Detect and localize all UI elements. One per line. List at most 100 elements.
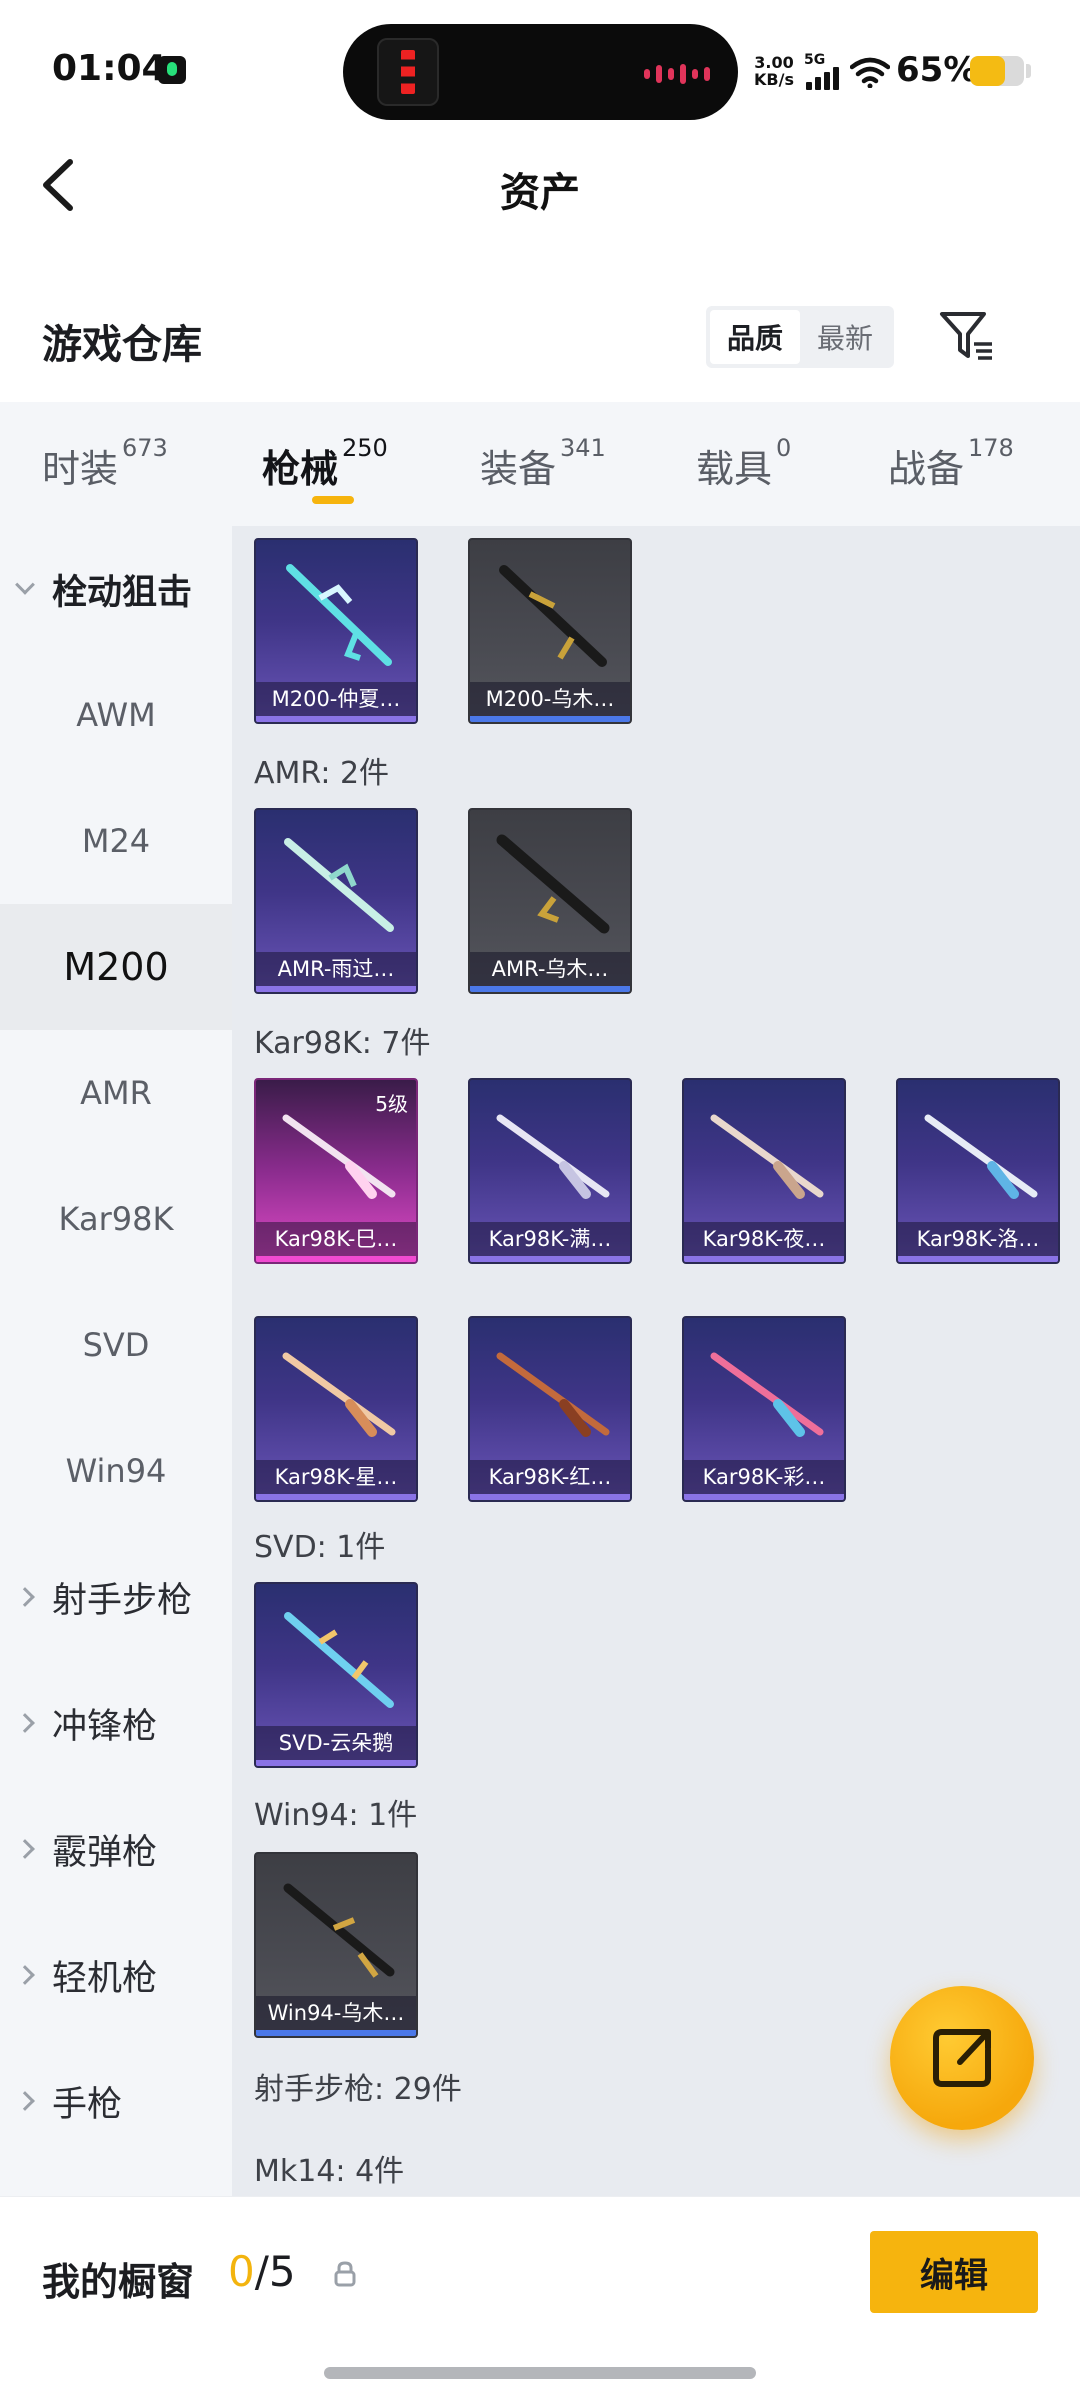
sidebar-item-kar98k[interactable]: Kar98K: [0, 1156, 232, 1282]
showcase-label: 我的橱窗: [42, 2260, 195, 2304]
item-name: AMR-乌木…: [470, 952, 630, 986]
item-card[interactable]: 5级 Kar98K-巳…: [254, 1078, 418, 1264]
chevron-down-icon: [15, 574, 35, 595]
rarity-bar: [256, 1760, 416, 1766]
bottom-bar: 我的橱窗 0/5 编辑: [0, 2196, 1080, 2400]
rifle-icon: [284, 1612, 394, 1708]
rifle-icon: [282, 1352, 396, 1437]
page-title: 资产: [500, 170, 580, 216]
battery-icon: [970, 56, 1024, 86]
item-card[interactable]: Kar98K-洛…: [896, 1078, 1060, 1264]
rarity-bar: [256, 2030, 416, 2036]
item-name: Kar98K-彩…: [684, 1460, 844, 1494]
rarity-bar: [470, 1494, 630, 1500]
item-name: Kar98K-红…: [470, 1460, 630, 1494]
chevron-right-icon: [15, 1713, 35, 1733]
rifle-icon: [710, 1114, 824, 1199]
item-card[interactable]: Kar98K-星…: [254, 1316, 418, 1502]
share-fab-button[interactable]: [890, 1986, 1034, 2130]
tab-battle-gear[interactable]: 战备 178: [888, 434, 1014, 493]
item-name: SVD-云朵鹅: [256, 1726, 416, 1760]
sidebar-item-m24[interactable]: M24: [0, 778, 232, 904]
chevron-right-icon: [15, 1839, 35, 1859]
rarity-bar: [470, 1256, 630, 1262]
rarity-bar: [256, 1494, 416, 1500]
rifle-icon: [496, 1352, 610, 1437]
sidebar-group-lmg[interactable]: 轻机枪: [0, 1912, 232, 2038]
item-name: Kar98K-巳…: [256, 1222, 416, 1256]
rarity-bar: [470, 716, 630, 722]
rarity-bar: [898, 1256, 1058, 1262]
item-name: Kar98K-夜…: [684, 1222, 844, 1256]
album-thumbnail: [377, 38, 439, 106]
sidebar-group-dmr[interactable]: 射手步枪: [0, 1534, 232, 1660]
item-card[interactable]: M200-仲夏…: [254, 538, 418, 724]
group-label-amr: AMR: 2件: [254, 756, 390, 791]
item-grid: M200-仲夏… M200-乌木… AMR: 2件 AMR-雨过… AMR-乌木…: [232, 526, 1080, 2196]
rifle-icon: [710, 1352, 824, 1437]
chevron-right-icon: [15, 1587, 35, 1607]
group-label-mk14: Mk14: 4件: [254, 2154, 405, 2189]
network-speed: 3.00 KB/s: [754, 53, 794, 89]
wifi-icon: [850, 57, 890, 88]
sort-toggle: 品质 最新: [706, 306, 894, 368]
item-card[interactable]: AMR-雨过…: [254, 808, 418, 994]
rarity-bar: [256, 986, 416, 992]
group-label-dmr: 射手步枪: 29件: [254, 2072, 462, 2107]
sidebar-item-svd[interactable]: SVD: [0, 1282, 232, 1408]
tab-firearms[interactable]: 枪械 250: [262, 434, 388, 493]
sidebar-group-smg[interactable]: 冲锋枪: [0, 1660, 232, 1786]
sidebar-item-m200[interactable]: M200: [0, 904, 232, 1030]
rifle-icon: [496, 1114, 610, 1199]
sidebar-group-bolt-action[interactable]: 栓动狙击: [0, 526, 232, 652]
tab-fashion[interactable]: 时装 673: [42, 434, 168, 493]
rifle-icon: [283, 1883, 395, 1978]
showcase-count: 0/5: [228, 2247, 296, 2296]
dynamic-island[interactable]: [343, 24, 738, 120]
group-label-win94: Win94: 1件: [254, 1798, 418, 1833]
home-indicator[interactable]: [324, 2367, 756, 2379]
tab-vehicles[interactable]: 载具 0: [696, 434, 791, 493]
rarity-bar: [684, 1494, 844, 1500]
item-card[interactable]: Kar98K-彩…: [682, 1316, 846, 1502]
sort-by-quality[interactable]: 品质: [710, 310, 800, 364]
item-card[interactable]: SVD-云朵鹅: [254, 1582, 418, 1768]
chevron-right-icon: [15, 2091, 35, 2111]
battery-percent: 65%: [896, 50, 978, 90]
sniper-rifle-icon: [499, 565, 607, 667]
item-card[interactable]: Win94-乌木…: [254, 1852, 418, 2038]
sidebar-item-amr[interactable]: AMR: [0, 1030, 232, 1156]
rifle-icon: [282, 1114, 396, 1199]
item-name: M200-乌木…: [470, 682, 630, 716]
chevron-right-icon: [15, 1965, 35, 1985]
rarity-bar: [256, 716, 416, 722]
active-tab-indicator: [312, 496, 354, 504]
sidebar-item-win94[interactable]: Win94: [0, 1408, 232, 1534]
item-card[interactable]: Kar98K-夜…: [682, 1078, 846, 1264]
tab-equipment[interactable]: 装备 341: [480, 434, 606, 493]
item-card[interactable]: AMR-乌木…: [468, 808, 632, 994]
item-card[interactable]: Kar98K-满…: [468, 1078, 632, 1264]
sidebar-group-shotgun[interactable]: 霰弹枪: [0, 1786, 232, 1912]
sidebar-group-pistol[interactable]: 手枪: [0, 2038, 232, 2164]
item-card[interactable]: Kar98K-红…: [468, 1316, 632, 1502]
rifle-icon: [924, 1114, 1038, 1199]
item-card[interactable]: M200-乌木…: [468, 538, 632, 724]
rarity-bar: [256, 1256, 416, 1262]
sniper-rifle-icon: [496, 834, 610, 934]
sidebar-item-awm[interactable]: AWM: [0, 652, 232, 778]
edit-button[interactable]: 编辑: [870, 2231, 1038, 2313]
rarity-bar: [684, 1256, 844, 1262]
item-name: Kar98K-星…: [256, 1460, 416, 1494]
battery-tip: [1026, 64, 1031, 78]
item-name: Kar98K-满…: [470, 1222, 630, 1256]
status-bar: 01:04 3.00 KB/s 5G 65%: [0, 0, 1080, 130]
sort-by-newest[interactable]: 最新: [800, 310, 890, 364]
category-tabs: 时装 673 枪械 250 装备 341 载具 0 战备 178: [0, 402, 1080, 526]
section-title: 游戏仓库: [42, 322, 202, 368]
sniper-rifle-icon: [286, 564, 392, 666]
music-app-icon: [158, 56, 186, 84]
filter-icon[interactable]: [938, 308, 998, 364]
external-link-icon: [933, 2029, 991, 2087]
lock-icon: [334, 2261, 356, 2287]
